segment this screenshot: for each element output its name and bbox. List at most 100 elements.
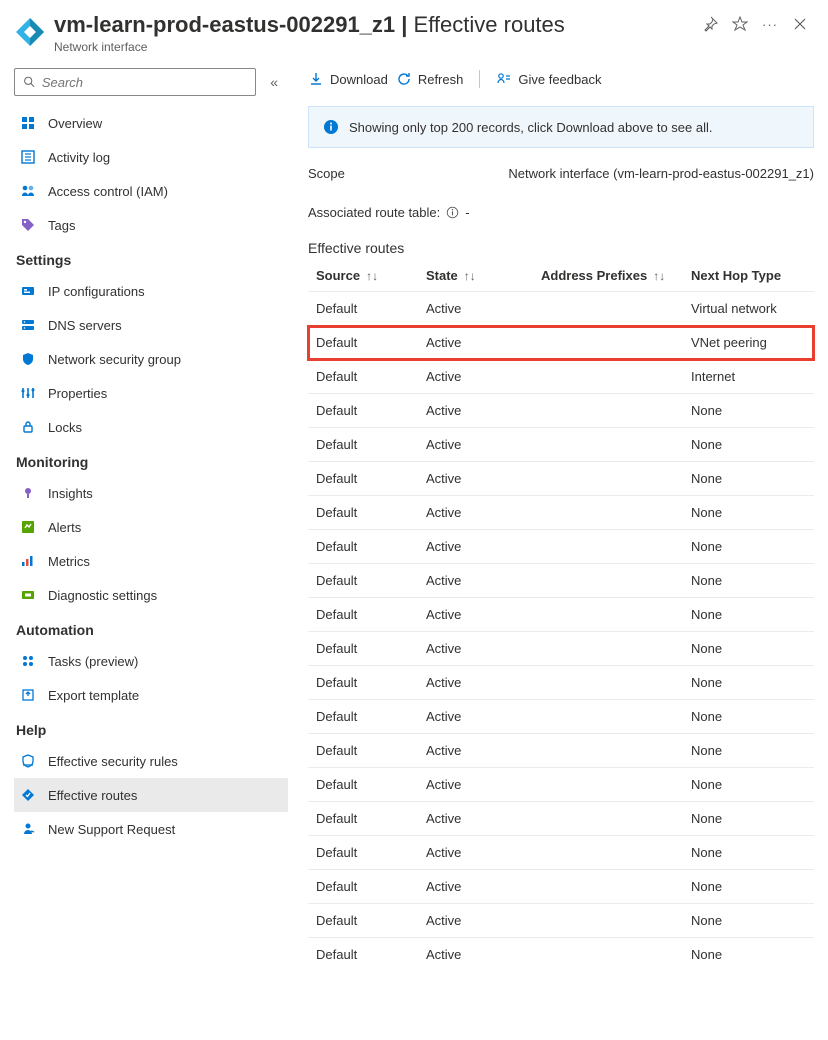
- tags-icon: [20, 217, 36, 233]
- cell-state: Active: [418, 938, 533, 972]
- sidebar-item-label: Access control (IAM): [48, 184, 168, 199]
- table-row[interactable]: Default Active None: [308, 496, 814, 530]
- table-row[interactable]: Default Active None: [308, 836, 814, 870]
- collapse-sidebar-icon[interactable]: «: [270, 74, 278, 90]
- refresh-button[interactable]: Refresh: [396, 71, 464, 87]
- eff-sec-icon: [20, 753, 36, 769]
- cell-state: Active: [418, 462, 533, 496]
- sidebar-item-insights[interactable]: Insights: [14, 476, 288, 510]
- command-bar: Download Refresh Give feedback: [308, 70, 814, 88]
- info-banner-text: Showing only top 200 records, click Down…: [349, 120, 713, 135]
- toolbar-separator: [479, 70, 480, 88]
- properties-icon: [20, 385, 36, 401]
- table-row[interactable]: Default Active None: [308, 564, 814, 598]
- sort-icon: ↑↓: [464, 269, 476, 283]
- search-icon: [23, 75, 36, 89]
- nav-group-title: Settings: [14, 242, 288, 274]
- diagnostics-icon: [20, 587, 36, 603]
- search-input-wrapper[interactable]: [14, 68, 256, 96]
- export-icon: [20, 687, 36, 703]
- cell-next-hop: None: [683, 802, 814, 836]
- cell-source: Default: [308, 802, 418, 836]
- col-next-hop[interactable]: Next Hop Type: [683, 262, 814, 292]
- table-row[interactable]: Default Active Internet: [308, 360, 814, 394]
- col-prefixes[interactable]: Address Prefixes↑↓: [533, 262, 683, 292]
- cell-source: Default: [308, 394, 418, 428]
- sort-icon: ↑↓: [653, 269, 665, 283]
- feedback-button[interactable]: Give feedback: [496, 71, 601, 87]
- table-row[interactable]: Default Active None: [308, 530, 814, 564]
- table-row[interactable]: Default Active None: [308, 734, 814, 768]
- cell-source: Default: [308, 530, 418, 564]
- search-input[interactable]: [42, 75, 247, 90]
- table-row[interactable]: Default Active None: [308, 394, 814, 428]
- alerts-icon: [20, 519, 36, 535]
- sidebar-item-dns[interactable]: DNS servers: [14, 308, 288, 342]
- sidebar-item-diagnostics[interactable]: Diagnostic settings: [14, 578, 288, 612]
- sidebar-item-metrics[interactable]: Metrics: [14, 544, 288, 578]
- table-row[interactable]: Default Active None: [308, 938, 814, 972]
- sidebar-item-label: Diagnostic settings: [48, 588, 157, 603]
- activity-log-icon: [20, 149, 36, 165]
- col-state[interactable]: State↑↓: [418, 262, 533, 292]
- cell-next-hop: None: [683, 904, 814, 938]
- sidebar-item-overview[interactable]: Overview: [14, 106, 288, 140]
- sidebar-item-ip-config[interactable]: IP configurations: [14, 274, 288, 308]
- sidebar-item-export[interactable]: Export template: [14, 678, 288, 712]
- cell-source: Default: [308, 462, 418, 496]
- pin-icon[interactable]: [702, 16, 718, 32]
- sidebar-item-nsg[interactable]: Network security group: [14, 342, 288, 376]
- download-button[interactable]: Download: [308, 71, 388, 87]
- favorite-icon[interactable]: [732, 16, 748, 32]
- dns-icon: [20, 317, 36, 333]
- sidebar-item-label: Network security group: [48, 352, 181, 367]
- table-row[interactable]: Default Active None: [308, 870, 814, 904]
- table-row[interactable]: Default Active None: [308, 666, 814, 700]
- cell-prefixes: [533, 734, 683, 768]
- cell-next-hop: None: [683, 564, 814, 598]
- table-row[interactable]: Default Active None: [308, 598, 814, 632]
- table-row[interactable]: Default Active None: [308, 428, 814, 462]
- cell-state: Active: [418, 632, 533, 666]
- sidebar-item-iam[interactable]: Access control (IAM): [14, 174, 288, 208]
- sidebar-item-properties[interactable]: Properties: [14, 376, 288, 410]
- sidebar-item-activity-log[interactable]: Activity log: [14, 140, 288, 174]
- col-source[interactable]: Source↑↓: [308, 262, 418, 292]
- sidebar-item-label: Tasks (preview): [48, 654, 138, 669]
- more-icon[interactable]: ···: [762, 17, 778, 32]
- table-row[interactable]: Default Active None: [308, 904, 814, 938]
- sidebar-item-eff-routes[interactable]: Effective routes: [14, 778, 288, 812]
- scope-row: Scope Network interface (vm-learn-prod-e…: [308, 166, 814, 181]
- close-icon[interactable]: [792, 16, 808, 32]
- cell-state: Active: [418, 666, 533, 700]
- cell-prefixes: [533, 564, 683, 598]
- ip-config-icon: [20, 283, 36, 299]
- page-title: vm-learn-prod-eastus-002291_z1 | Effecti…: [54, 12, 702, 38]
- sidebar-item-tags[interactable]: Tags: [14, 208, 288, 242]
- table-row[interactable]: Default Active None: [308, 802, 814, 836]
- cell-prefixes: [533, 700, 683, 734]
- table-row[interactable]: Default Active VNet peering: [308, 326, 814, 360]
- cell-next-hop: None: [683, 632, 814, 666]
- info-hint-icon[interactable]: [446, 206, 459, 219]
- sidebar-item-lock[interactable]: Locks: [14, 410, 288, 444]
- sidebar-item-label: Export template: [48, 688, 139, 703]
- cell-state: Active: [418, 734, 533, 768]
- resource-type-label: Network interface: [54, 40, 702, 54]
- table-row[interactable]: Default Active None: [308, 462, 814, 496]
- table-row[interactable]: Default Active None: [308, 768, 814, 802]
- cell-prefixes: [533, 326, 683, 360]
- sidebar-item-support[interactable]: New Support Request: [14, 812, 288, 846]
- table-row[interactable]: Default Active Virtual network: [308, 292, 814, 326]
- sidebar-item-alerts[interactable]: Alerts: [14, 510, 288, 544]
- cell-source: Default: [308, 428, 418, 462]
- sidebar-item-tasks[interactable]: Tasks (preview): [14, 644, 288, 678]
- table-row[interactable]: Default Active None: [308, 700, 814, 734]
- table-row[interactable]: Default Active None: [308, 632, 814, 666]
- cell-prefixes: [533, 394, 683, 428]
- cell-state: Active: [418, 564, 533, 598]
- routes-table: Source↑↓ State↑↓ Address Prefixes↑↓ Next…: [308, 262, 814, 971]
- cell-source: Default: [308, 870, 418, 904]
- sidebar-item-label: Effective security rules: [48, 754, 178, 769]
- sidebar-item-eff-sec[interactable]: Effective security rules: [14, 744, 288, 778]
